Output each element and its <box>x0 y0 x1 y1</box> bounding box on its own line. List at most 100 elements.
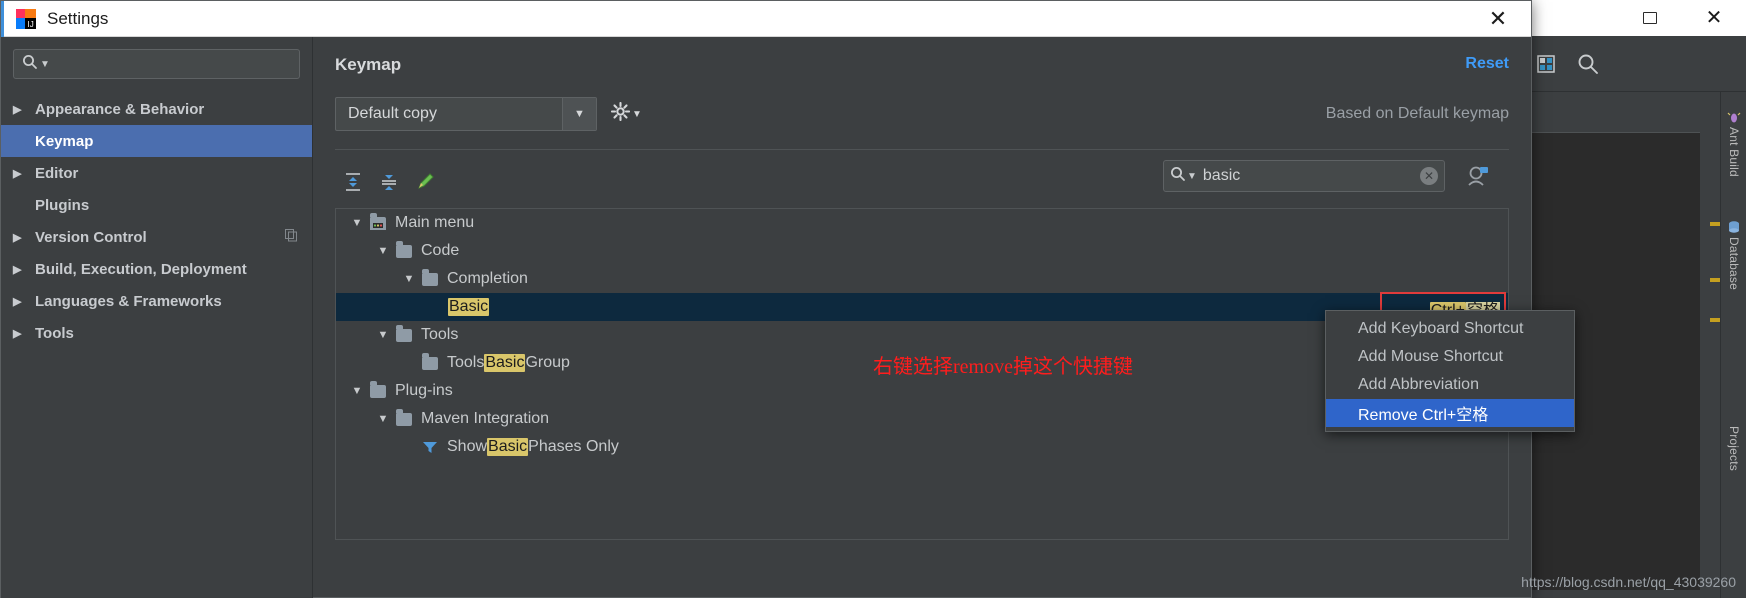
screen: ✕ Ant Build Database Projects IJ Setting… <box>0 0 1746 598</box>
chevron-right-icon: ▶ <box>13 295 22 308</box>
tree-row-label-highlight: Basic <box>487 438 529 456</box>
sidebar-item-label: Plugins <box>35 196 90 214</box>
settings-sidebar: ▼ ▶ Appearance & Behavior Keymap ▶ Edito… <box>1 37 313 598</box>
tree-row-label-highlight: Basic <box>484 354 526 372</box>
close-icon: ✕ <box>1705 7 1723 29</box>
tree-row[interactable]: ▼ Main menu <box>336 209 1508 237</box>
tree-row[interactable]: ▼ Show Basic Phases Only <box>336 433 1508 461</box>
sidebar-item-label: Appearance & Behavior <box>35 100 205 118</box>
clear-search-icon[interactable]: ✕ <box>1420 167 1438 185</box>
sidebar-item-label: Build, Execution, Deployment <box>35 260 247 278</box>
tool-window-projects[interactable]: Projects <box>1721 426 1746 471</box>
folder-icon <box>422 352 438 370</box>
intellij-logo-icon: IJ <box>15 8 37 30</box>
edit-pencil-icon[interactable] <box>407 167 443 197</box>
tree-row-label-pre: Tools <box>447 354 485 371</box>
sidebar-search-input[interactable]: ▼ <box>13 49 300 79</box>
twisty-icon[interactable]: ▼ <box>370 329 396 341</box>
shortcut-filter-icon[interactable] <box>1463 162 1493 190</box>
tool-window-label: Database <box>1727 237 1741 290</box>
keymap-select[interactable]: Default copy ▼ <box>335 97 597 131</box>
gear-icon <box>610 101 631 126</box>
chevron-right-icon: ▶ <box>13 167 22 180</box>
tool-window-label: Projects <box>1727 426 1741 471</box>
tree-row-label: Code <box>421 242 460 259</box>
folder-icon <box>396 408 412 426</box>
ide-right-toolwindow-strip: Ant Build Database Projects <box>1720 92 1746 598</box>
chevron-down-icon[interactable]: ▼ <box>562 98 596 130</box>
tree-row-label: Plug-ins <box>395 382 453 399</box>
keymap-select-value: Default copy <box>348 105 437 122</box>
sidebar-item-label: Editor <box>35 164 79 182</box>
menu-item-remove-shortcut[interactable]: Remove Ctrl+空格 <box>1326 399 1574 427</box>
tree-row[interactable]: ▼ Code <box>336 237 1508 265</box>
twisty-icon[interactable]: ▼ <box>396 273 422 285</box>
context-menu: Add Keyboard Shortcut Add Mouse Shortcut… <box>1325 310 1575 432</box>
expand-all-icon[interactable] <box>335 167 371 197</box>
chevron-down-icon[interactable]: ▼ <box>1187 171 1197 182</box>
tool-window-label: Ant Build <box>1727 127 1741 177</box>
dialog-title: Settings <box>47 8 109 28</box>
menu-item-add-abbreviation[interactable]: Add Abbreviation <box>1326 371 1574 399</box>
close-icon: ✕ <box>1488 6 1508 31</box>
search-everywhere-icon[interactable] <box>1571 47 1605 81</box>
chevron-down-icon: ▼ <box>632 108 642 120</box>
sidebar-item-editor[interactable]: ▶ Editor <box>1 157 312 189</box>
collapse-all-icon[interactable] <box>371 167 407 197</box>
sidebar-item-tools[interactable]: ▶ Tools <box>1 317 312 349</box>
sidebar-item-label: Keymap <box>35 132 94 150</box>
keymap-toolbar: ▼ basic ✕ <box>313 150 1531 202</box>
settings-dialog: IJ Settings ✕ ▼ ▶ Appearance & Behavior … <box>0 0 1532 598</box>
database-icon <box>1727 220 1741 237</box>
keymap-settings-button[interactable]: ▼ <box>610 101 642 126</box>
sidebar-item-languages-frameworks[interactable]: ▶ Languages & Frameworks <box>1 285 312 317</box>
tree-row-label-post: Phases Only <box>528 438 619 455</box>
sidebar-item-build-execution-deployment[interactable]: ▶ Build, Execution, Deployment <box>1 253 312 285</box>
chevron-right-icon: ▶ <box>13 263 22 276</box>
dialog-close-button[interactable]: ✕ <box>1483 5 1513 33</box>
sidebar-item-label: Version Control <box>35 228 147 246</box>
reset-link[interactable]: Reset <box>1465 55 1509 73</box>
tool-window-database[interactable]: Database <box>1721 220 1746 290</box>
sidebar-item-label: Tools <box>35 324 74 342</box>
tree-row-label-post: Group <box>525 354 570 371</box>
svg-text:IJ: IJ <box>28 20 34 29</box>
tree-row-label-pre: Show <box>447 438 488 455</box>
chevron-right-icon: ▶ <box>13 231 22 244</box>
keymap-selector-row: Default copy ▼ ▼ Based on Default keymap <box>335 97 1509 131</box>
layout-icon[interactable] <box>1529 47 1563 81</box>
keymap-search-value: basic <box>1202 167 1241 184</box>
based-on-label: Based on Default keymap <box>1325 105 1509 122</box>
window-close-button[interactable]: ✕ <box>1682 0 1746 36</box>
titlebar-accent-bar <box>1 1 4 37</box>
menu-item-add-keyboard-shortcut[interactable]: Add Keyboard Shortcut <box>1326 315 1574 343</box>
chevron-right-icon: ▶ <box>13 103 22 116</box>
filter-icon <box>422 440 438 454</box>
tool-window-ant-build[interactable]: Ant Build <box>1721 110 1746 177</box>
tree-row-label: Maven Integration <box>421 410 550 427</box>
twisty-icon[interactable]: ▼ <box>370 413 396 425</box>
folder-icon <box>370 380 386 398</box>
keymap-search-input[interactable]: ▼ basic ✕ <box>1163 160 1445 192</box>
chevron-right-icon: ▶ <box>13 327 22 340</box>
dialog-titlebar: IJ Settings ✕ <box>1 1 1531 37</box>
main-menu-icon <box>370 212 386 230</box>
folder-icon <box>422 268 438 286</box>
sidebar-item-plugins[interactable]: Plugins <box>1 189 312 221</box>
page-title: Keymap <box>335 55 402 74</box>
twisty-icon[interactable]: ▼ <box>370 245 396 257</box>
window-restore-button[interactable] <box>1618 0 1682 36</box>
sidebar-item-appearance-behavior[interactable]: ▶ Appearance & Behavior <box>1 93 312 125</box>
tree-row[interactable]: ▼ Completion <box>336 265 1508 293</box>
watermark-url: https://blog.csdn.net/qq_43039260 <box>1521 574 1736 590</box>
twisty-icon[interactable]: ▼ <box>344 385 370 397</box>
tree-row-label-highlight: Basic <box>448 298 490 316</box>
tree-row-label: Tools <box>421 326 459 343</box>
sidebar-item-version-control[interactable]: ▶ Version Control <box>1 221 312 253</box>
sidebar-item-label: Languages & Frameworks <box>35 292 222 310</box>
twisty-icon[interactable]: ▼ <box>344 217 370 229</box>
sidebar-item-keymap[interactable]: Keymap <box>1 125 312 157</box>
menu-item-add-mouse-shortcut[interactable]: Add Mouse Shortcut <box>1326 343 1574 371</box>
search-icon <box>1170 166 1186 187</box>
search-icon <box>22 54 38 75</box>
